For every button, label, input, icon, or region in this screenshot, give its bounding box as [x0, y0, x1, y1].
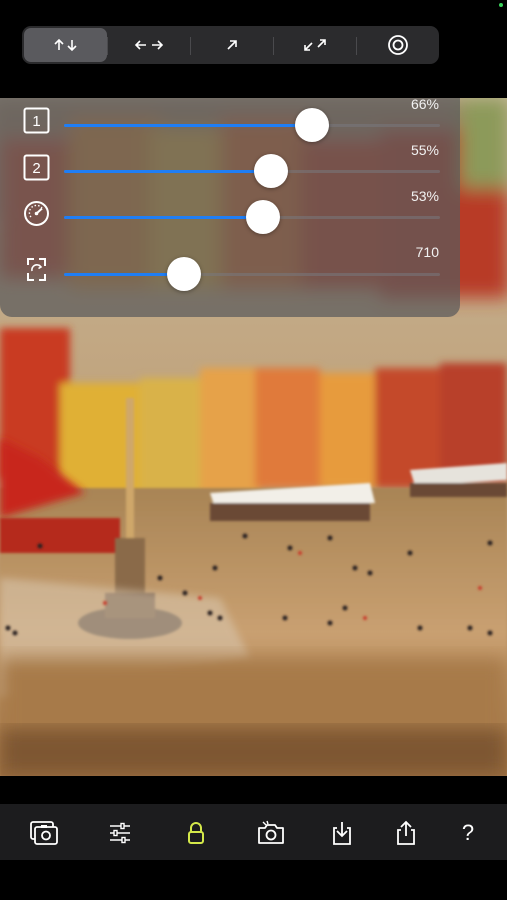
lock-icon: [188, 822, 204, 844]
slider-1-fill: [64, 124, 313, 127]
share-icon: [397, 820, 415, 845]
mode-selector: [22, 26, 439, 64]
help-icon: ?: [461, 820, 475, 845]
rotate-frame-icon: [27, 258, 46, 281]
mode-vertical-button[interactable]: [24, 28, 107, 62]
horizontal-arrows-icon: [134, 40, 163, 50]
slider-row-3: 53%: [0, 188, 460, 242]
slider-1-value: 66%: [410, 96, 439, 112]
slider-2-track[interactable]: [64, 154, 440, 188]
speedometer-icon: [24, 201, 49, 226]
mode-horizontal-button[interactable]: [107, 28, 190, 62]
save-button[interactable]: [327, 818, 357, 848]
slider-4-fill: [64, 273, 185, 276]
photos-button[interactable]: [29, 818, 59, 848]
slider-2-fill: [64, 170, 271, 173]
share-button[interactable]: [391, 818, 421, 848]
adjustments-icon: [110, 822, 130, 844]
segment-divider: [356, 37, 357, 55]
radial-target-icon: [387, 35, 408, 55]
photos-icon: [30, 821, 58, 845]
save-icon: [333, 822, 351, 845]
slider-4-thumb[interactable]: [167, 257, 202, 291]
slider-row-4: 710: [0, 244, 460, 292]
camera-button[interactable]: [256, 818, 286, 848]
number-1-label: 1: [32, 113, 40, 130]
diagonal-double-arrow-icon: [303, 39, 326, 51]
camera-icon: [258, 820, 284, 844]
segment-divider: [273, 37, 274, 55]
slider-row-2: 2 55%: [0, 142, 460, 196]
adjustments-panel: 1 66% 2 55% 53% 710: [0, 96, 460, 317]
adjustments-button[interactable]: [105, 818, 135, 848]
status-indicator: [499, 3, 503, 7]
slider-3-value: 53%: [410, 188, 439, 204]
mode-radial-button[interactable]: [356, 28, 439, 62]
slider-1-thumb[interactable]: [295, 108, 330, 142]
bottom-toolbar: ?: [0, 804, 507, 860]
mode-diagonal-button[interactable]: [190, 28, 273, 62]
help-button[interactable]: ?: [453, 818, 483, 848]
segment-divider: [190, 37, 191, 55]
segment-divider: [107, 37, 108, 55]
slider-1-track[interactable]: [64, 108, 440, 142]
slider-2-value: 55%: [410, 142, 439, 158]
slider-3-track[interactable]: [64, 200, 440, 234]
slider-row-1: 1 66%: [0, 96, 460, 150]
slider-4-value: 710: [415, 244, 439, 260]
slider-2-thumb[interactable]: [253, 154, 288, 188]
diagonal-arrow-icon: [226, 40, 237, 50]
slider-4-track[interactable]: [64, 257, 440, 291]
number-1-icon: 1: [23, 107, 50, 134]
vertical-arrows-icon: [53, 38, 77, 52]
slider-3-thumb[interactable]: [246, 200, 281, 234]
mode-diagonal-double-button[interactable]: [273, 28, 356, 62]
number-2-icon: 2: [23, 154, 50, 181]
slider-3-fill: [64, 216, 264, 219]
lock-button[interactable]: [181, 818, 211, 848]
number-2-label: 2: [32, 160, 40, 177]
